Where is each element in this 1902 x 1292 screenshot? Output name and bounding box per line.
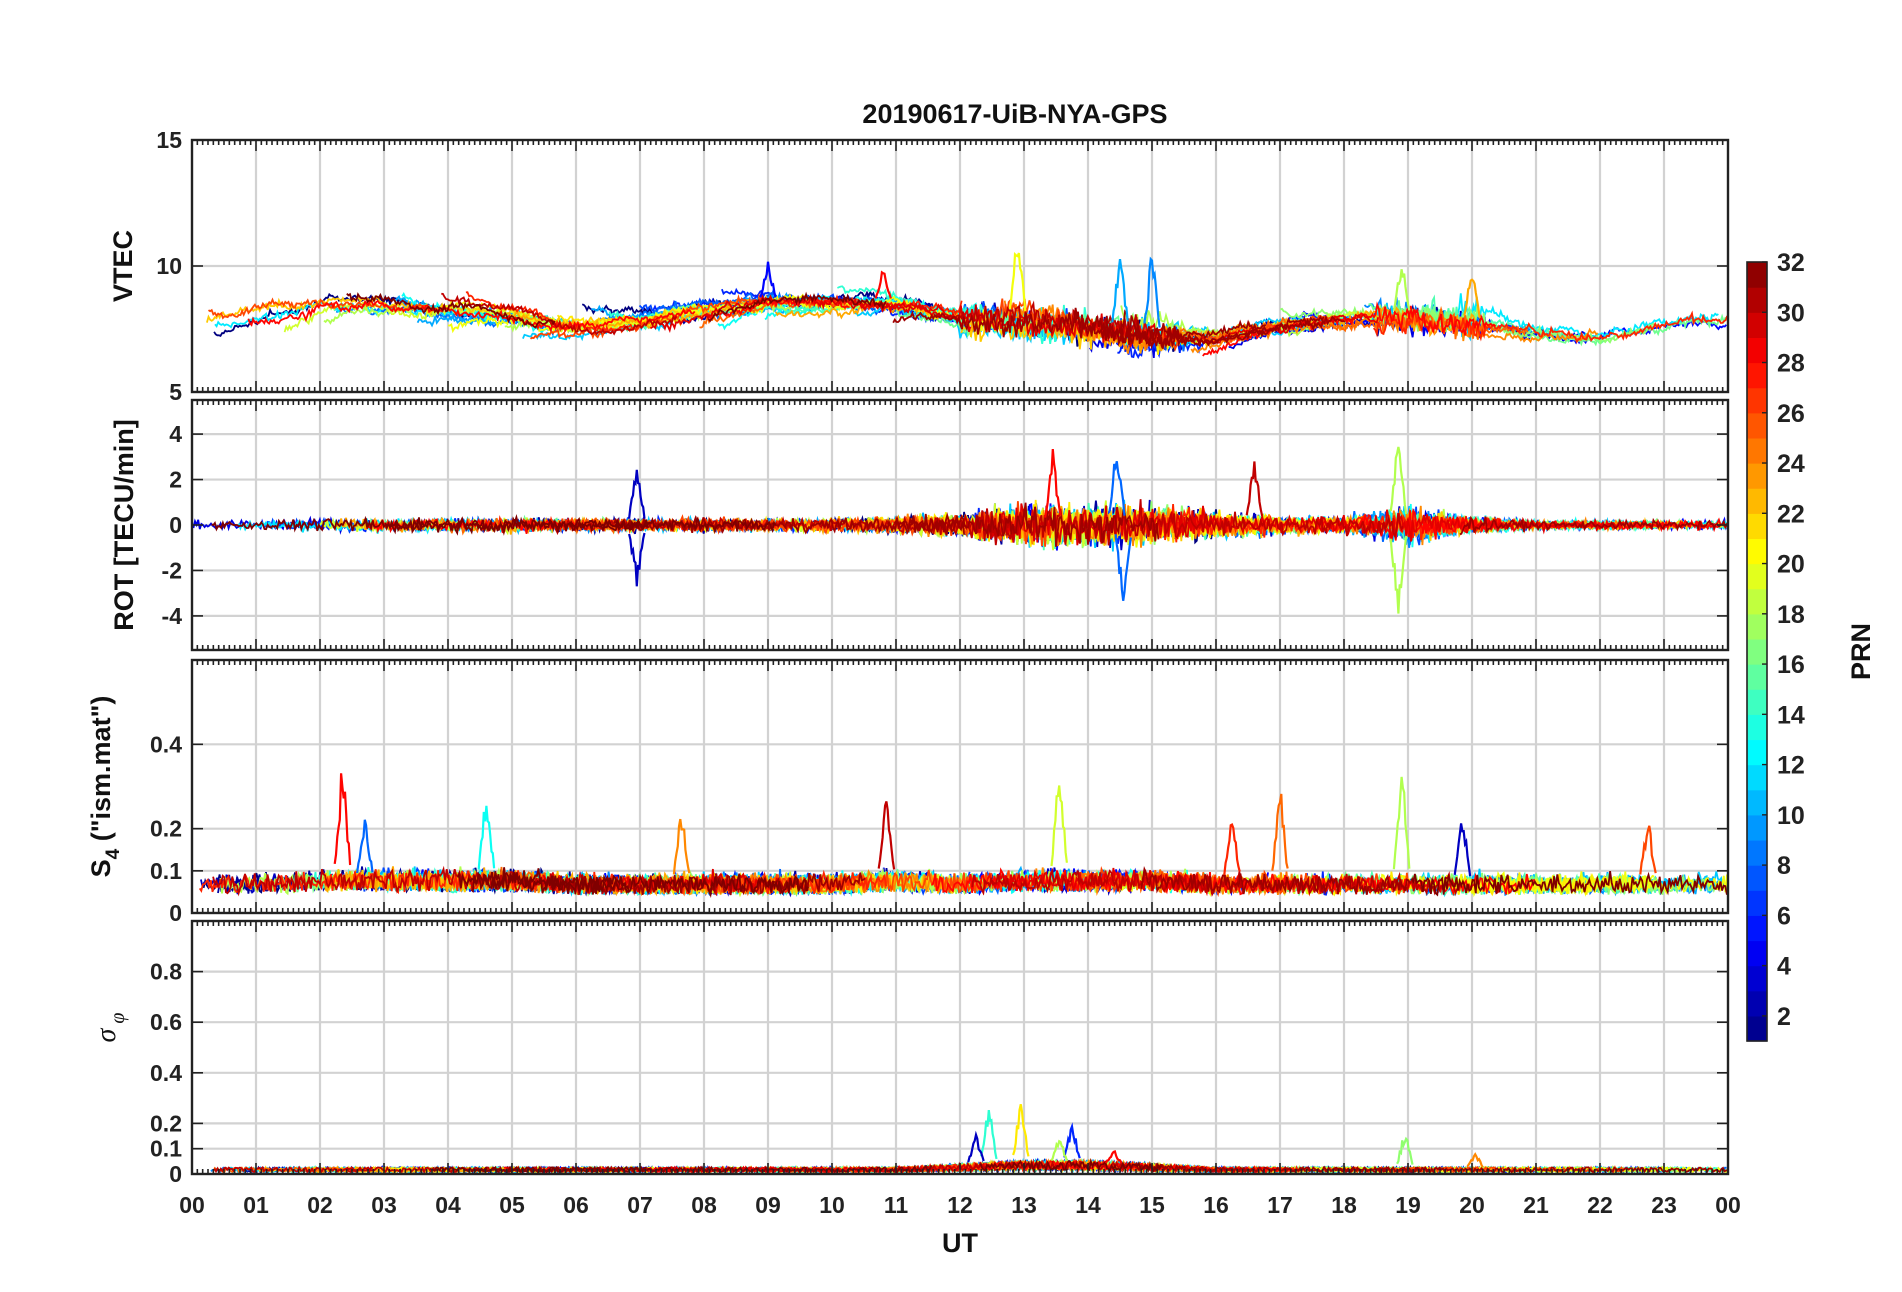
colorbar-tick-label: 18 [1777, 601, 1805, 629]
y-tick-label: 0.4 [150, 1060, 182, 1086]
colorbar-swatch [1747, 764, 1767, 791]
colorbar-swatch [1747, 839, 1767, 866]
x-axis-label: UT [942, 1228, 978, 1258]
colorbar-label: PRN [1846, 623, 1876, 680]
colorbar-tick-label: 26 [1777, 400, 1805, 428]
colorbar-swatch [1747, 714, 1767, 741]
colorbar-swatch [1747, 262, 1767, 288]
colorbar-swatch [1747, 915, 1767, 942]
y-tick-label: 0.8 [150, 959, 182, 985]
y-tick-label: 0.6 [150, 1009, 182, 1035]
x-tick-label: 16 [1203, 1192, 1229, 1218]
x-tick-label: 02 [307, 1192, 333, 1218]
y-tick-label: 4 [169, 421, 182, 447]
colorbar-tick-label: 4 [1777, 953, 1791, 981]
y-tick-label: 0 [169, 512, 182, 538]
x-tick-label: 21 [1523, 1192, 1549, 1218]
x-tick-label: 23 [1651, 1192, 1677, 1218]
colorbar-swatch [1747, 789, 1767, 816]
x-tick-label: 11 [884, 1192, 909, 1218]
colorbar-tick-label: 16 [1777, 651, 1805, 679]
x-tick-label: 19 [1395, 1192, 1421, 1218]
figure: 20190617-UiB-NYA-GPS 51015VTEC-4-2024ROT… [0, 0, 1902, 1292]
colorbar-tick-label: 6 [1777, 902, 1791, 930]
chart-title: 20190617-UiB-NYA-GPS [862, 99, 1167, 129]
y-tick-label: 5 [169, 379, 182, 405]
x-tick-label: 17 [1267, 1192, 1293, 1218]
colorbar-tick-label: 30 [1777, 299, 1805, 327]
x-tick-label: 10 [819, 1192, 845, 1218]
colorbar-swatch [1747, 337, 1767, 364]
colorbar-tick-label: 8 [1777, 852, 1791, 880]
colorbar-swatch [1747, 965, 1767, 992]
y-tick-label: 0.2 [150, 816, 182, 842]
x-tick-label: 22 [1587, 1192, 1613, 1218]
y-tick-label: 2 [169, 467, 182, 493]
colorbar-tick-label: 12 [1777, 752, 1805, 780]
y-tick-label: -4 [162, 603, 183, 629]
y-axis-label: VTEC [108, 230, 138, 302]
colorbar-swatch [1747, 437, 1767, 464]
colorbar-tick-label: 20 [1777, 551, 1805, 579]
x-tick-label: 20 [1459, 1192, 1485, 1218]
colorbar-swatch [1747, 990, 1767, 1017]
x-tick-label: 12 [947, 1192, 973, 1218]
colorbar-swatch [1747, 689, 1767, 715]
x-tick-label: 03 [371, 1192, 397, 1218]
colorbar-swatch [1747, 563, 1767, 590]
x-tick-label: 13 [1011, 1192, 1037, 1218]
colorbar-swatch [1747, 287, 1767, 313]
x-tick-label: 06 [563, 1192, 589, 1218]
colorbar-swatch [1747, 513, 1767, 540]
y-tick-label: -2 [162, 557, 182, 583]
colorbar-swatch [1747, 865, 1767, 891]
colorbar-tick-label: 32 [1777, 249, 1805, 277]
x-tick-label: 04 [435, 1192, 461, 1218]
y-tick-label: 0.1 [150, 1136, 182, 1162]
colorbar-swatch [1747, 412, 1767, 439]
colorbar-swatch [1747, 1015, 1767, 1042]
colorbar-tick-label: 24 [1777, 450, 1805, 478]
colorbar-swatch [1747, 312, 1767, 338]
colorbar-swatch [1747, 940, 1767, 967]
colorbar-swatch [1747, 664, 1767, 690]
y-tick-label: 0.2 [150, 1110, 182, 1136]
colorbar-swatch [1747, 613, 1767, 640]
colorbar-swatch [1747, 387, 1767, 414]
x-tick-label: 18 [1331, 1192, 1357, 1218]
colorbar-swatch [1747, 739, 1767, 766]
y-tick-label: 0 [169, 1161, 182, 1187]
y-axis-label: ROT [TECU/min] [109, 419, 139, 630]
colorbar-swatch [1747, 588, 1767, 615]
colorbar-tick-label: 10 [1777, 802, 1805, 830]
colorbar-tick-label: 14 [1777, 701, 1805, 729]
x-tick-label: 00 [179, 1192, 205, 1218]
x-tick-label: 09 [755, 1192, 781, 1218]
y-tick-label: 10 [156, 253, 182, 279]
colorbar-swatch [1747, 638, 1767, 665]
colorbar-tick-label: 22 [1777, 500, 1805, 528]
colorbar-swatch [1747, 463, 1767, 489]
colorbar-swatch [1747, 538, 1767, 565]
x-tick-label: 00 [1715, 1192, 1741, 1218]
colorbar-tick-label: 2 [1777, 1003, 1791, 1031]
x-tick-label: 01 [243, 1192, 269, 1218]
x-tick-label: 05 [499, 1192, 525, 1218]
colorbar-swatch [1747, 488, 1767, 514]
x-tick-label: 07 [627, 1192, 653, 1218]
y-tick-label: 0 [169, 900, 182, 926]
colorbar-tick-label: 28 [1777, 350, 1805, 378]
colorbar-swatch [1747, 890, 1767, 916]
colorbar-swatch [1747, 362, 1767, 389]
x-tick-label: 08 [691, 1192, 717, 1218]
y-tick-label: 0.1 [150, 858, 182, 884]
colorbar-swatch [1747, 814, 1767, 841]
y-tick-label: 15 [156, 127, 182, 153]
y-tick-label: 0.4 [150, 731, 182, 757]
x-tick-label: 14 [1075, 1192, 1101, 1218]
x-tick-label: 15 [1139, 1192, 1165, 1218]
